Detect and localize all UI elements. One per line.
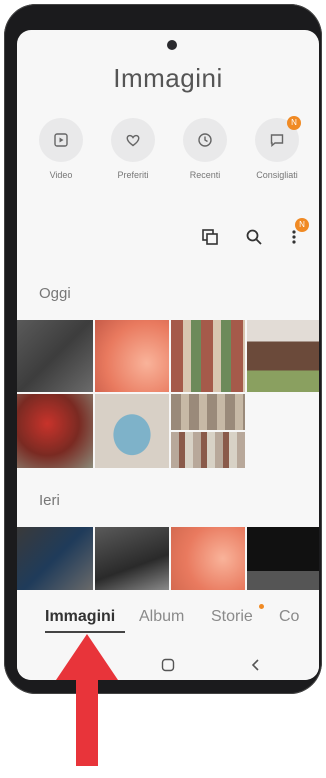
suggestion-icon — [270, 134, 284, 147]
select-button[interactable] — [199, 226, 221, 248]
photo-thumbnail[interactable] — [171, 432, 245, 468]
tab-pictures[interactable]: Immagini — [45, 608, 115, 626]
tab-stories[interactable]: Storie — [211, 608, 253, 626]
section-title-today: Oggi — [39, 285, 71, 302]
pointer-arrow-icon — [56, 634, 118, 766]
quick-action-video[interactable]: Video — [31, 118, 91, 180]
quick-action-suggested[interactable]: N Consigliati — [247, 116, 307, 180]
more-options-button[interactable]: N — [283, 218, 309, 248]
photo-thumbnail[interactable] — [171, 394, 245, 430]
notification-badge: N — [295, 218, 309, 232]
photo-thumbnail[interactable] — [17, 320, 93, 392]
photo-thumbnail[interactable] — [171, 527, 245, 590]
photo-thumbnail[interactable] — [247, 320, 319, 392]
photo-thumbnail[interactable] — [95, 320, 169, 392]
page-title: Immagini — [113, 63, 223, 93]
search-button[interactable] — [243, 226, 265, 248]
photo-thumbnail[interactable] — [95, 394, 169, 468]
section-title-yesterday: Ieri — [39, 492, 60, 509]
photo-thumbnail[interactable] — [171, 320, 245, 392]
select-icon — [202, 229, 218, 245]
photo-thumbnail[interactable] — [17, 527, 93, 590]
notification-badge: N — [287, 116, 301, 130]
home-icon[interactable] — [161, 658, 175, 672]
new-content-dot — [259, 604, 264, 609]
photo-thumbnail[interactable] — [247, 527, 319, 590]
quick-action-label: Consigliati — [256, 170, 298, 180]
gallery-screen: Immagini Video Preferiti Recenti N Consi… — [17, 30, 319, 680]
tab-albums[interactable]: Album — [139, 608, 184, 626]
quick-action-label: Recenti — [189, 170, 221, 180]
photo-thumbnail[interactable] — [17, 394, 93, 468]
quick-action-recent[interactable]: Recenti — [175, 118, 235, 180]
quick-action-favorites[interactable]: Preferiti — [103, 118, 163, 180]
clock-icon — [198, 133, 212, 147]
quick-action-label: Preferiti — [117, 170, 149, 180]
front-camera — [167, 40, 177, 50]
quick-action-label: Video — [49, 170, 73, 180]
back-icon[interactable] — [249, 658, 263, 672]
search-icon — [246, 229, 262, 245]
phone-frame: Immagini Video Preferiti Recenti N Consi… — [4, 4, 322, 694]
tab-more[interactable]: Co — [279, 608, 299, 626]
photo-thumbnail[interactable] — [95, 527, 169, 590]
heart-icon — [126, 134, 140, 147]
video-icon — [54, 133, 68, 147]
